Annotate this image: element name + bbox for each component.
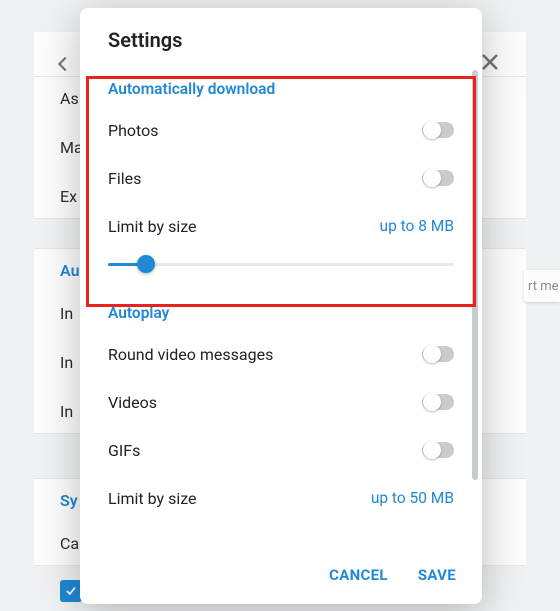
files-label: Files [108,169,141,188]
autoplay-heading: Autoplay [108,286,454,330]
modal-footer: CANCEL SAVE [80,548,482,604]
download-limit-label: Limit by size [108,217,197,236]
photos-toggle[interactable] [422,122,454,138]
photos-label: Photos [108,121,159,140]
auto-download-heading: Automatically download [108,62,454,106]
download-limit-slider[interactable] [108,254,454,274]
download-limit-row: Limit by size up to 8 MB [108,202,454,250]
files-row: Files [108,154,454,202]
slider-thumb[interactable] [137,255,155,273]
gifs-toggle[interactable] [422,442,454,458]
modal-body: Automatically download Photos Files Limi… [80,62,482,548]
settings-modal: Settings Automatically download Photos F… [80,8,482,604]
photos-row: Photos [108,106,454,154]
gifs-label: GIFs [108,441,140,460]
autoplay-limit-value: up to 50 MB [371,489,454,507]
download-limit-value: up to 8 MB [380,217,454,235]
scrollbar[interactable] [472,70,478,480]
files-toggle[interactable] [422,170,454,186]
videos-label: Videos [108,393,157,412]
videos-toggle[interactable] [422,394,454,410]
save-button[interactable]: SAVE [418,566,456,584]
round-video-row: Round video messages [108,330,454,378]
gifs-row: GIFs [108,426,454,474]
videos-row: Videos [108,378,454,426]
round-video-label: Round video messages [108,345,273,364]
autoplay-limit-label: Limit by size [108,489,197,508]
autoplay-limit-row: Limit by size up to 50 MB [108,474,454,522]
slider-track [108,263,454,266]
modal-title: Settings [80,8,482,62]
round-video-toggle[interactable] [422,346,454,362]
cancel-button[interactable]: CANCEL [329,566,388,584]
